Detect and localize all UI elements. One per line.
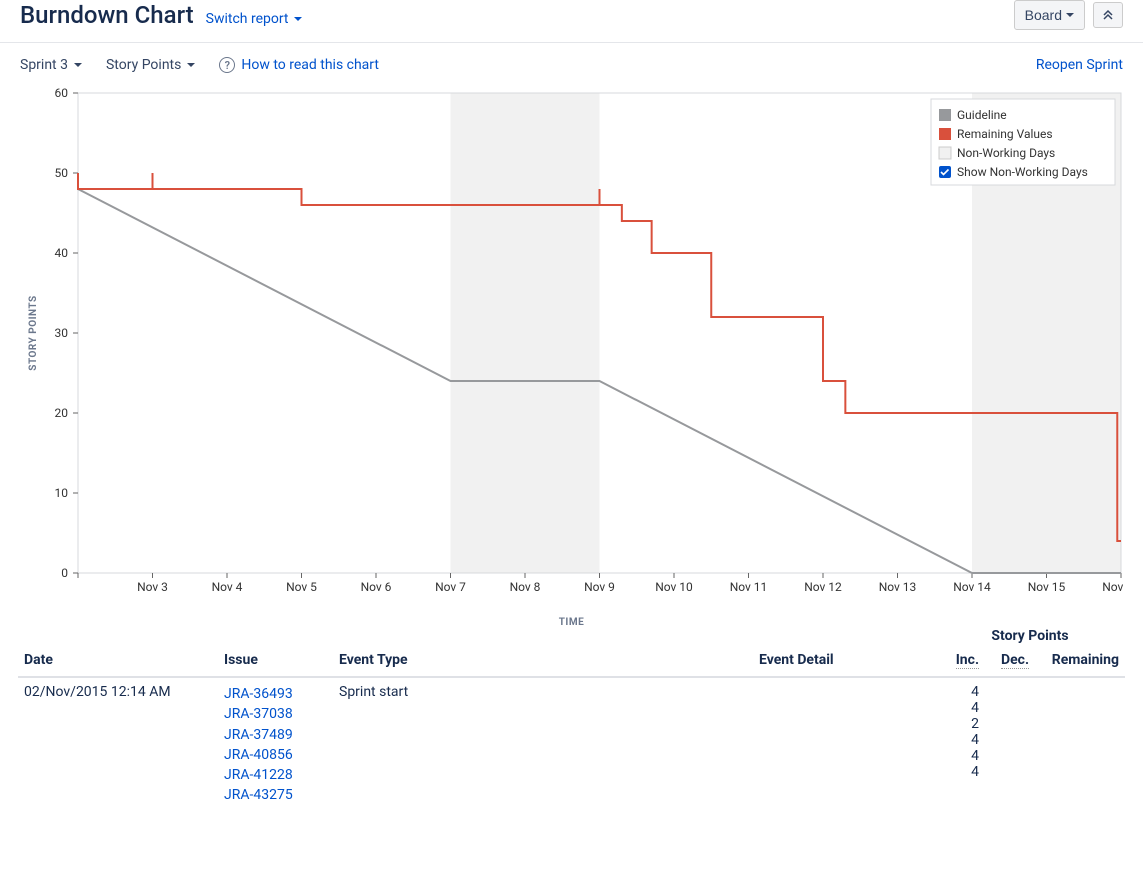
chevron-down-icon [187, 63, 195, 67]
cell-issue: JRA-36493JRA-37038JRA-37489JRA-40856JRA-… [218, 677, 333, 812]
cell-dec [985, 677, 1035, 812]
svg-text:Nov 3: Nov 3 [137, 580, 168, 594]
collapse-button[interactable] [1093, 2, 1123, 28]
switch-report-label: Switch report [206, 11, 289, 27]
svg-text:30: 30 [55, 326, 69, 340]
metric-selector-label: Story Points [106, 57, 181, 73]
subheader-left: Sprint 3 Story Points ? How to read this… [20, 57, 379, 73]
svg-text:Nov 13: Nov 13 [879, 580, 917, 594]
chevron-down-icon [74, 63, 82, 67]
svg-text:0: 0 [61, 566, 68, 580]
reopen-sprint-link[interactable]: Reopen Sprint [1036, 57, 1123, 73]
page-title: Burndown Chart [20, 1, 194, 29]
col-inc: Inc. [935, 644, 985, 677]
svg-text:Nov 11: Nov 11 [730, 580, 768, 594]
metric-selector[interactable]: Story Points [106, 57, 195, 73]
cell-inc: 442444 [935, 677, 985, 812]
chart-legend: Guideline Remaining Values Non-Working Day… [931, 99, 1115, 185]
chart-area: 0 10 20 30 40 50 60 STORY POINTS Nov 3 Nov 4 Nov 5… [0, 81, 1143, 628]
issue-link[interactable]: JRA-40856 [224, 745, 327, 765]
help-link[interactable]: ? How to read this chart [219, 57, 379, 73]
svg-text:Nov 6: Nov 6 [361, 580, 392, 594]
story-points-header-label: Story Points [935, 628, 1125, 644]
svg-text:Nov 4: Nov 4 [212, 580, 243, 594]
issue-link[interactable]: JRA-37489 [224, 725, 327, 745]
events-table: Date Issue Event Type Event Detail Inc. … [18, 644, 1125, 812]
col-event-detail: Event Detail [753, 644, 935, 677]
col-remaining: Remaining [1035, 644, 1125, 677]
svg-text:STORY POINTS: STORY POINTS [28, 295, 39, 370]
board-button-label: Board [1025, 7, 1062, 23]
issue-link[interactable]: JRA-37038 [224, 704, 327, 724]
board-dropdown-button[interactable]: Board [1014, 0, 1085, 30]
switch-report-link[interactable]: Switch report [206, 11, 302, 27]
svg-text:Guideline: Guideline [957, 108, 1007, 122]
help-link-label: How to read this chart [241, 57, 379, 73]
issue-link[interactable]: JRA-43275 [224, 785, 327, 805]
svg-text:60: 60 [55, 86, 69, 100]
cell-date: 02/Nov/2015 12:14 AM [18, 677, 218, 812]
cell-event-detail [753, 677, 935, 812]
svg-text:Nov 10: Nov 10 [655, 580, 693, 594]
svg-text:Remaining Values: Remaining Values [957, 127, 1053, 141]
svg-text:50: 50 [55, 166, 69, 180]
svg-text:Nov 12: Nov 12 [804, 580, 842, 594]
header-left: Burndown Chart Switch report [20, 1, 302, 29]
col-date: Date [18, 644, 218, 677]
cell-remaining [1035, 677, 1125, 812]
svg-text:Nov 14: Nov 14 [953, 580, 991, 594]
svg-text:Nov 7: Nov 7 [435, 580, 466, 594]
cell-event-type: Sprint start [333, 677, 753, 812]
subheader: Sprint 3 Story Points ? How to read this… [0, 43, 1143, 81]
svg-text:Nov 16: Nov 16 [1102, 580, 1125, 594]
chevron-down-icon [294, 17, 302, 21]
col-event-type: Event Type [333, 644, 753, 677]
svg-text:Nov 8: Nov 8 [510, 580, 541, 594]
issue-link[interactable]: JRA-36493 [224, 684, 327, 704]
col-issue: Issue [218, 644, 333, 677]
issue-link[interactable]: JRA-41228 [224, 765, 327, 785]
sprint-selector[interactable]: Sprint 3 [20, 57, 82, 73]
svg-text:Nov 5: Nov 5 [286, 580, 317, 594]
chevron-down-icon [1066, 13, 1074, 17]
sprint-selector-label: Sprint 3 [20, 57, 68, 73]
events-table-wrap: Story Points Date Issue Event Type Event… [0, 628, 1143, 812]
svg-text:Nov 9: Nov 9 [584, 580, 615, 594]
svg-text:Show Non-Working Days: Show Non-Working Days [957, 165, 1088, 179]
x-axis-label: TIME [18, 617, 1125, 628]
burndown-chart: 0 10 20 30 40 50 60 STORY POINTS Nov 3 Nov 4 Nov 5… [18, 85, 1125, 611]
svg-text:20: 20 [55, 406, 69, 420]
col-dec: Dec. [985, 644, 1035, 677]
double-chevron-up-icon [1102, 9, 1114, 21]
story-points-section-header: Story Points [18, 628, 1125, 644]
table-row: 02/Nov/2015 12:14 AMJRA-36493JRA-37038JR… [18, 677, 1125, 812]
svg-text:40: 40 [55, 246, 69, 260]
svg-text:Nov 15: Nov 15 [1028, 580, 1066, 594]
svg-text:Non-Working Days: Non-Working Days [957, 146, 1055, 160]
help-icon: ? [219, 57, 235, 73]
svg-text:10: 10 [55, 486, 69, 500]
header-right: Board [1014, 0, 1123, 30]
page-header: Burndown Chart Switch report Board [0, 0, 1143, 43]
